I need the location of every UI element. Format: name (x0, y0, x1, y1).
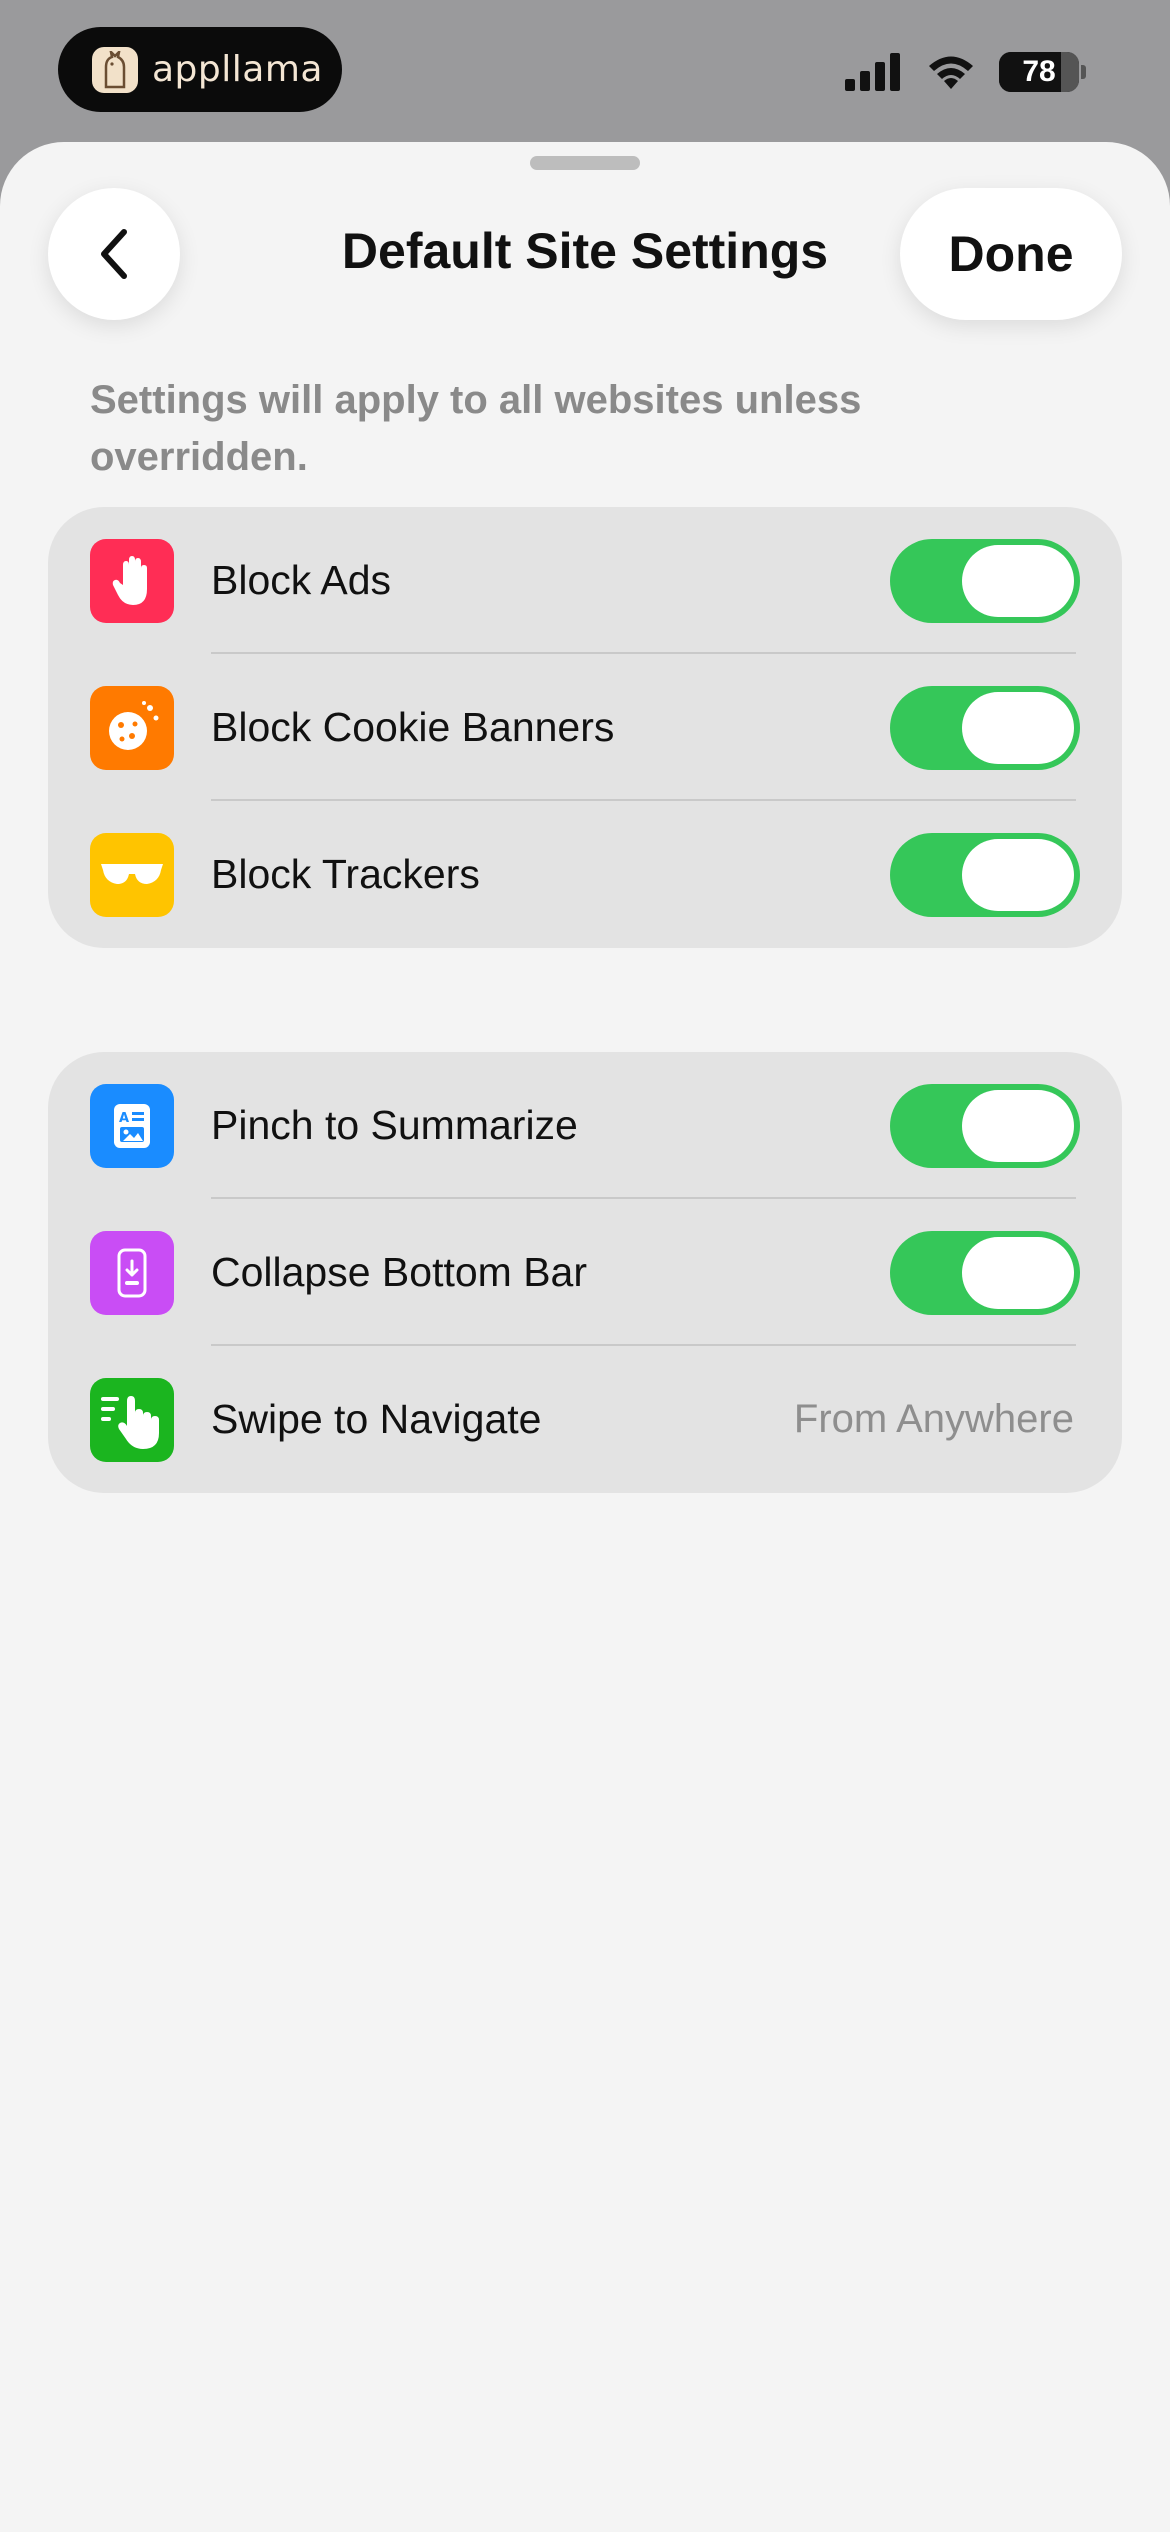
toggle-knob (962, 1237, 1074, 1309)
setting-row-block-ads: Block Ads (48, 507, 1122, 654)
cellular-signal-icon (845, 53, 900, 91)
app-badge-pill: appllama (58, 27, 342, 112)
setting-label: Block Ads (211, 557, 392, 603)
setting-label: Block Cookie Banners (211, 704, 615, 750)
setting-label: Pinch to Summarize (211, 1102, 578, 1148)
brand-name: appllama (152, 49, 323, 90)
battery-indicator: 78 (999, 52, 1079, 92)
blocking-settings-group: Block Ads Block Cookie Banners Block Tra… (48, 507, 1122, 948)
done-button[interactable]: Done (900, 188, 1122, 320)
toggle-knob (962, 839, 1074, 911)
setting-row-block-cookie-banners: Block Cookie Banners (48, 654, 1122, 801)
toggle-knob (962, 1090, 1074, 1162)
settings-sheet: Default Site Settings Done Settings will… (0, 142, 1170, 2532)
llama-logo-icon (92, 46, 138, 93)
hand-raised-icon (90, 538, 174, 623)
collapse-bottom-bar-toggle[interactable] (890, 1231, 1080, 1315)
toggle-knob (962, 692, 1074, 764)
setting-row-collapse-bottom-bar: Collapse Bottom Bar (48, 1199, 1122, 1346)
toggle-knob (962, 545, 1074, 617)
cookie-icon (90, 685, 174, 770)
setting-label: Swipe to Navigate (211, 1396, 542, 1442)
swipe-hand-icon (90, 1377, 174, 1462)
block-ads-toggle[interactable] (890, 539, 1080, 623)
pinch-to-summarize-toggle[interactable] (890, 1084, 1080, 1168)
swipe-to-navigate-value: From Anywhere (793, 1397, 1074, 1441)
svg-text:A: A (119, 1111, 129, 1126)
sheet-grabber[interactable] (530, 156, 640, 170)
block-trackers-toggle[interactable] (890, 833, 1080, 917)
browsing-settings-group: A Pinch to Summarize Collapse Bottom Bar… (48, 1052, 1122, 1493)
wifi-icon (929, 56, 973, 89)
setting-label: Collapse Bottom Bar (211, 1249, 588, 1295)
summary-doc-icon: A (90, 1083, 174, 1168)
setting-row-swipe-to-navigate[interactable]: Swipe to Navigate From Anywhere (48, 1346, 1122, 1493)
status-icons: 78 (845, 52, 1086, 92)
setting-label: Block Trackers (211, 851, 480, 897)
phone-collapse-icon (90, 1230, 174, 1315)
battery-percent: 78 (1022, 55, 1056, 88)
block-cookie-banners-toggle[interactable] (890, 686, 1080, 770)
setting-row-block-trackers: Block Trackers (48, 801, 1122, 948)
setting-row-pinch-to-summarize: A Pinch to Summarize (48, 1052, 1122, 1199)
settings-description: Settings will apply to all websites unle… (90, 378, 862, 479)
sunglasses-icon (90, 832, 174, 917)
